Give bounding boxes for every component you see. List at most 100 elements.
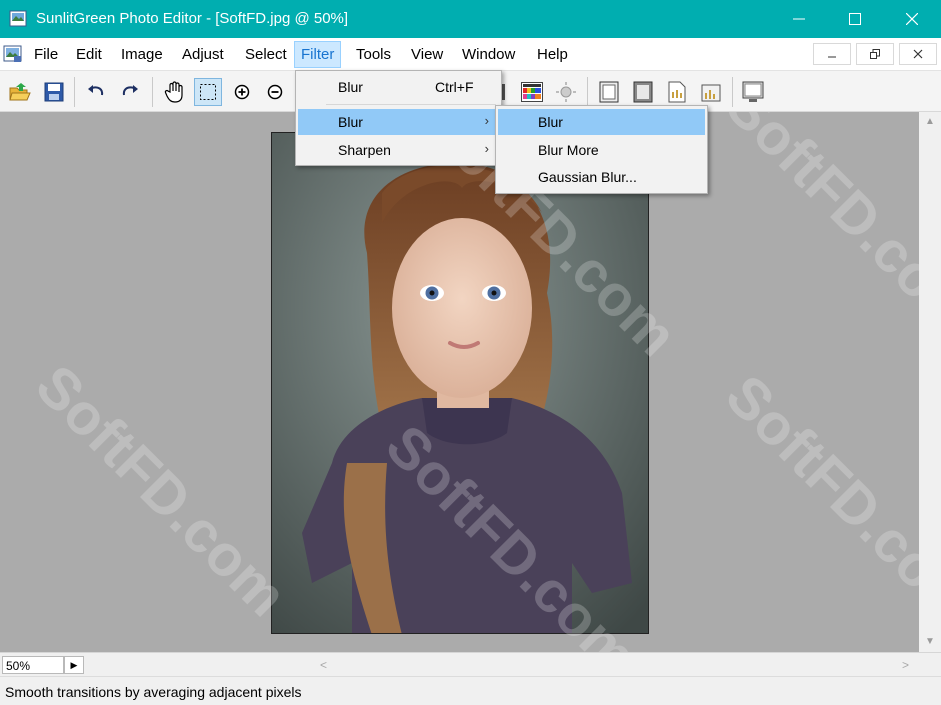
menu-filter[interactable]: Filter: [294, 41, 342, 68]
menu-label: Filter: [301, 46, 335, 63]
document-button[interactable]: [663, 78, 691, 106]
bottom-strip: 50% ▶ < >: [0, 652, 941, 676]
undo-button[interactable]: [82, 78, 110, 106]
menu-label: Adjust: [182, 46, 224, 63]
histogram-button[interactable]: [697, 78, 725, 106]
menu-item-repeat-blur[interactable]: Blur Ctrl+F: [298, 74, 499, 100]
title-bar: SunlitGreen Photo Editor - [SoftFD.jpg @…: [0, 0, 941, 38]
border-button[interactable]: [629, 78, 657, 106]
scroll-left-icon[interactable]: <: [320, 658, 327, 672]
document-icon: [668, 81, 686, 103]
blur-submenu: Blur Blur More Gaussian Blur...: [495, 105, 708, 194]
menu-item-label: Sharpen: [338, 142, 391, 158]
toolbar-separator: [74, 77, 75, 107]
window-title: SunlitGreen Photo Editor - [SoftFD.jpg @…: [36, 10, 349, 27]
submenu-item-gaussian-blur[interactable]: Gaussian Blur...: [498, 164, 705, 190]
brightness-button[interactable]: [552, 78, 580, 106]
select-tool-button[interactable]: [194, 78, 222, 106]
menu-adjust[interactable]: Adjust: [175, 41, 231, 68]
save-icon: [44, 82, 64, 102]
hand-icon: [164, 81, 183, 103]
toolbar-separator: [587, 77, 588, 107]
zoom-in-button[interactable]: [228, 78, 256, 106]
zoom-in-icon: [234, 84, 250, 100]
menu-separator: [326, 104, 496, 105]
menu-label: Window: [462, 46, 516, 63]
submenu-item-blur-more[interactable]: Blur More: [498, 137, 705, 163]
undo-icon: [88, 85, 104, 96]
menu-tools[interactable]: Tools: [349, 41, 398, 68]
minimize-icon: [828, 56, 836, 58]
canvas-area[interactable]: SoftFD.com SoftFD.com SoftFD.com SoftFD.…: [0, 112, 919, 652]
menu-label: Help: [537, 46, 568, 63]
menu-help[interactable]: Help: [530, 41, 575, 68]
watermark-text: SoftFD.com: [23, 352, 300, 629]
brightness-icon: [556, 82, 576, 102]
menu-item-sharpen[interactable]: Sharpen ›: [298, 137, 499, 163]
zoom-out-button[interactable]: [261, 78, 289, 106]
redo-icon: [122, 85, 138, 96]
close-icon: [905, 13, 918, 25]
chevron-right-icon: ›: [484, 113, 489, 128]
menu-label: Image: [121, 46, 163, 63]
triangle-right-icon: ▶: [70, 659, 78, 670]
monitor-icon: [742, 81, 764, 102]
open-button[interactable]: [6, 78, 34, 106]
vertical-scrollbar[interactable]: ▲ ▼: [919, 112, 941, 652]
menu-item-blur[interactable]: Blur ›: [298, 109, 499, 135]
menu-item-label: Blur: [538, 114, 563, 130]
marquee-select-icon: [200, 84, 216, 100]
doc-restore-button[interactable]: [856, 43, 894, 65]
border-icon: [633, 81, 653, 103]
restore-icon: [870, 49, 880, 59]
redo-button[interactable]: [116, 78, 144, 106]
save-button[interactable]: [40, 78, 68, 106]
menu-view[interactable]: View: [404, 41, 450, 68]
menu-label: Edit: [76, 46, 102, 63]
document-window-icon: [3, 45, 22, 62]
close-button[interactable]: [883, 0, 940, 38]
scroll-right-icon[interactable]: >: [902, 658, 909, 672]
menu-label: View: [411, 46, 444, 63]
color-palette-button[interactable]: [518, 78, 546, 106]
toolbar-separator: [152, 77, 153, 107]
menu-item-label: Blur More: [538, 142, 599, 158]
scroll-up-icon[interactable]: ▲: [924, 116, 936, 128]
toolbar-separator: [732, 77, 733, 107]
menu-image[interactable]: Image: [114, 41, 170, 68]
menu-select[interactable]: Select: [238, 41, 294, 68]
minimize-icon: [792, 18, 805, 20]
menu-label: Tools: [356, 46, 392, 63]
hand-tool-button[interactable]: [160, 78, 188, 106]
zoom-out-icon: [267, 84, 283, 100]
menu-label: File: [34, 46, 59, 63]
menu-bar: File Edit Image Adjust Select Filter Too…: [0, 38, 941, 71]
chevron-right-icon: ›: [484, 141, 489, 156]
doc-close-button[interactable]: [899, 43, 937, 65]
status-text: Smooth transitions by averaging adjacent…: [5, 684, 302, 700]
zoom-menu-button[interactable]: ▶: [64, 656, 84, 674]
frame-button[interactable]: [595, 78, 623, 106]
menu-item-label: Blur: [338, 79, 363, 95]
status-bar: Smooth transitions by averaging adjacent…: [0, 676, 941, 705]
submenu-item-blur[interactable]: Blur: [498, 109, 705, 135]
close-icon: [913, 49, 923, 59]
menu-edit[interactable]: Edit: [69, 41, 109, 68]
scroll-down-icon[interactable]: ▼: [924, 636, 936, 648]
menu-item-label: Blur: [338, 114, 363, 130]
watermark-text: SoftFD.com: [713, 112, 919, 349]
menu-item-shortcut: Ctrl+F: [435, 79, 474, 95]
fullscreen-button[interactable]: [739, 78, 767, 106]
minimize-button[interactable]: [770, 0, 827, 38]
portrait-image: [272, 133, 648, 633]
horizontal-scrollbar[interactable]: < >: [314, 653, 919, 676]
color-palette-icon: [521, 82, 543, 102]
menu-file[interactable]: File: [27, 41, 65, 68]
photo-canvas[interactable]: [271, 132, 649, 634]
open-icon: [9, 83, 31, 101]
menu-label: Select: [245, 46, 287, 63]
maximize-button[interactable]: [826, 0, 883, 38]
zoom-level-field[interactable]: 50%: [2, 656, 64, 674]
menu-window[interactable]: Window: [455, 41, 522, 68]
doc-minimize-button[interactable]: [813, 43, 851, 65]
